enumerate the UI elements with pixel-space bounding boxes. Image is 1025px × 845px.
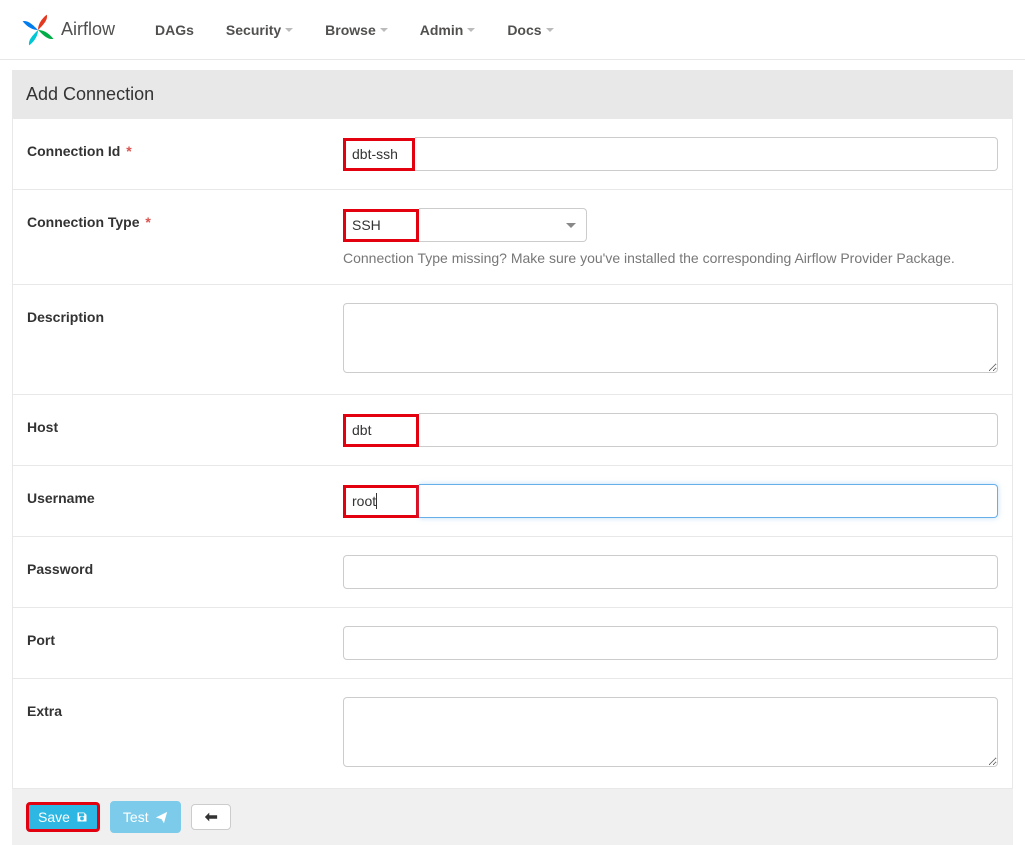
add-connection-form: Connection Id * dbt-ssh Connection Type … <box>12 119 1013 789</box>
label-conn-id: Connection Id * <box>27 137 343 159</box>
row-username: Username root <box>13 466 1012 537</box>
nav-label: DAGs <box>155 22 194 38</box>
nav-label: Browse <box>325 22 376 38</box>
conn-type-dropdown-toggle[interactable] <box>419 208 587 242</box>
row-password: Password <box>13 537 1012 608</box>
paper-plane-icon <box>155 811 168 824</box>
form-actions: Save Test <box>12 789 1013 845</box>
text-cursor-icon <box>376 493 377 509</box>
row-port: Port <box>13 608 1012 679</box>
page-title: Add Connection <box>12 70 1013 119</box>
row-extra: Extra <box>13 679 1012 788</box>
nav-label: Admin <box>420 22 464 38</box>
arrow-left-icon <box>204 811 218 823</box>
row-conn-type: Connection Type * SSH Connection Type mi… <box>13 190 1012 285</box>
chevron-down-icon <box>467 28 475 32</box>
nav-browse[interactable]: Browse <box>325 22 388 38</box>
host-input-ext[interactable] <box>419 413 998 447</box>
label-description: Description <box>27 303 343 325</box>
test-button[interactable]: Test <box>110 801 181 833</box>
airflow-pinwheel-icon <box>20 12 56 48</box>
label-host: Host <box>27 413 343 435</box>
port-input[interactable] <box>343 626 998 660</box>
chevron-down-icon <box>566 223 576 228</box>
nav-menu: DAGs Security Browse Admin Docs <box>155 22 554 38</box>
label-extra: Extra <box>27 697 343 719</box>
extra-input[interactable] <box>343 697 998 767</box>
navbar: Airflow DAGs Security Browse Admin Docs <box>0 0 1025 60</box>
chevron-down-icon <box>285 28 293 32</box>
conn-id-value: dbt-ssh <box>352 146 398 162</box>
host-input[interactable]: dbt <box>343 414 419 447</box>
brand-name: Airflow <box>61 19 115 40</box>
row-host: Host dbt <box>13 395 1012 466</box>
username-input-ext[interactable] <box>419 484 998 518</box>
row-description: Description <box>13 285 1012 395</box>
nav-label: Security <box>226 22 281 38</box>
password-input[interactable] <box>343 555 998 589</box>
nav-label: Docs <box>507 22 541 38</box>
row-conn-id: Connection Id * dbt-ssh <box>13 119 1012 190</box>
chevron-down-icon <box>546 28 554 32</box>
nav-dags[interactable]: DAGs <box>155 22 194 38</box>
description-input[interactable] <box>343 303 998 373</box>
conn-id-input[interactable]: dbt-ssh <box>343 138 415 171</box>
host-value: dbt <box>352 422 371 438</box>
nav-security[interactable]: Security <box>226 22 293 38</box>
username-input[interactable]: root <box>343 485 419 518</box>
test-label: Test <box>123 809 149 825</box>
required-marker: * <box>142 214 151 230</box>
username-value: root <box>352 493 376 509</box>
conn-type-help: Connection Type missing? Make sure you'v… <box>343 250 998 266</box>
save-label: Save <box>38 809 70 825</box>
label-conn-type: Connection Type * <box>27 208 343 230</box>
back-button[interactable] <box>191 804 231 830</box>
conn-type-select[interactable]: SSH <box>343 209 419 242</box>
conn-id-input-ext[interactable] <box>415 137 998 171</box>
chevron-down-icon <box>380 28 388 32</box>
nav-docs[interactable]: Docs <box>507 22 553 38</box>
page-body: Add Connection Connection Id * dbt-ssh C… <box>0 60 1025 845</box>
nav-admin[interactable]: Admin <box>420 22 476 38</box>
label-username: Username <box>27 484 343 506</box>
conn-type-value: SSH <box>352 217 381 233</box>
label-password: Password <box>27 555 343 577</box>
floppy-disk-icon <box>76 811 88 823</box>
label-port: Port <box>27 626 343 648</box>
required-marker: * <box>122 143 131 159</box>
brand-link[interactable]: Airflow <box>20 12 115 48</box>
